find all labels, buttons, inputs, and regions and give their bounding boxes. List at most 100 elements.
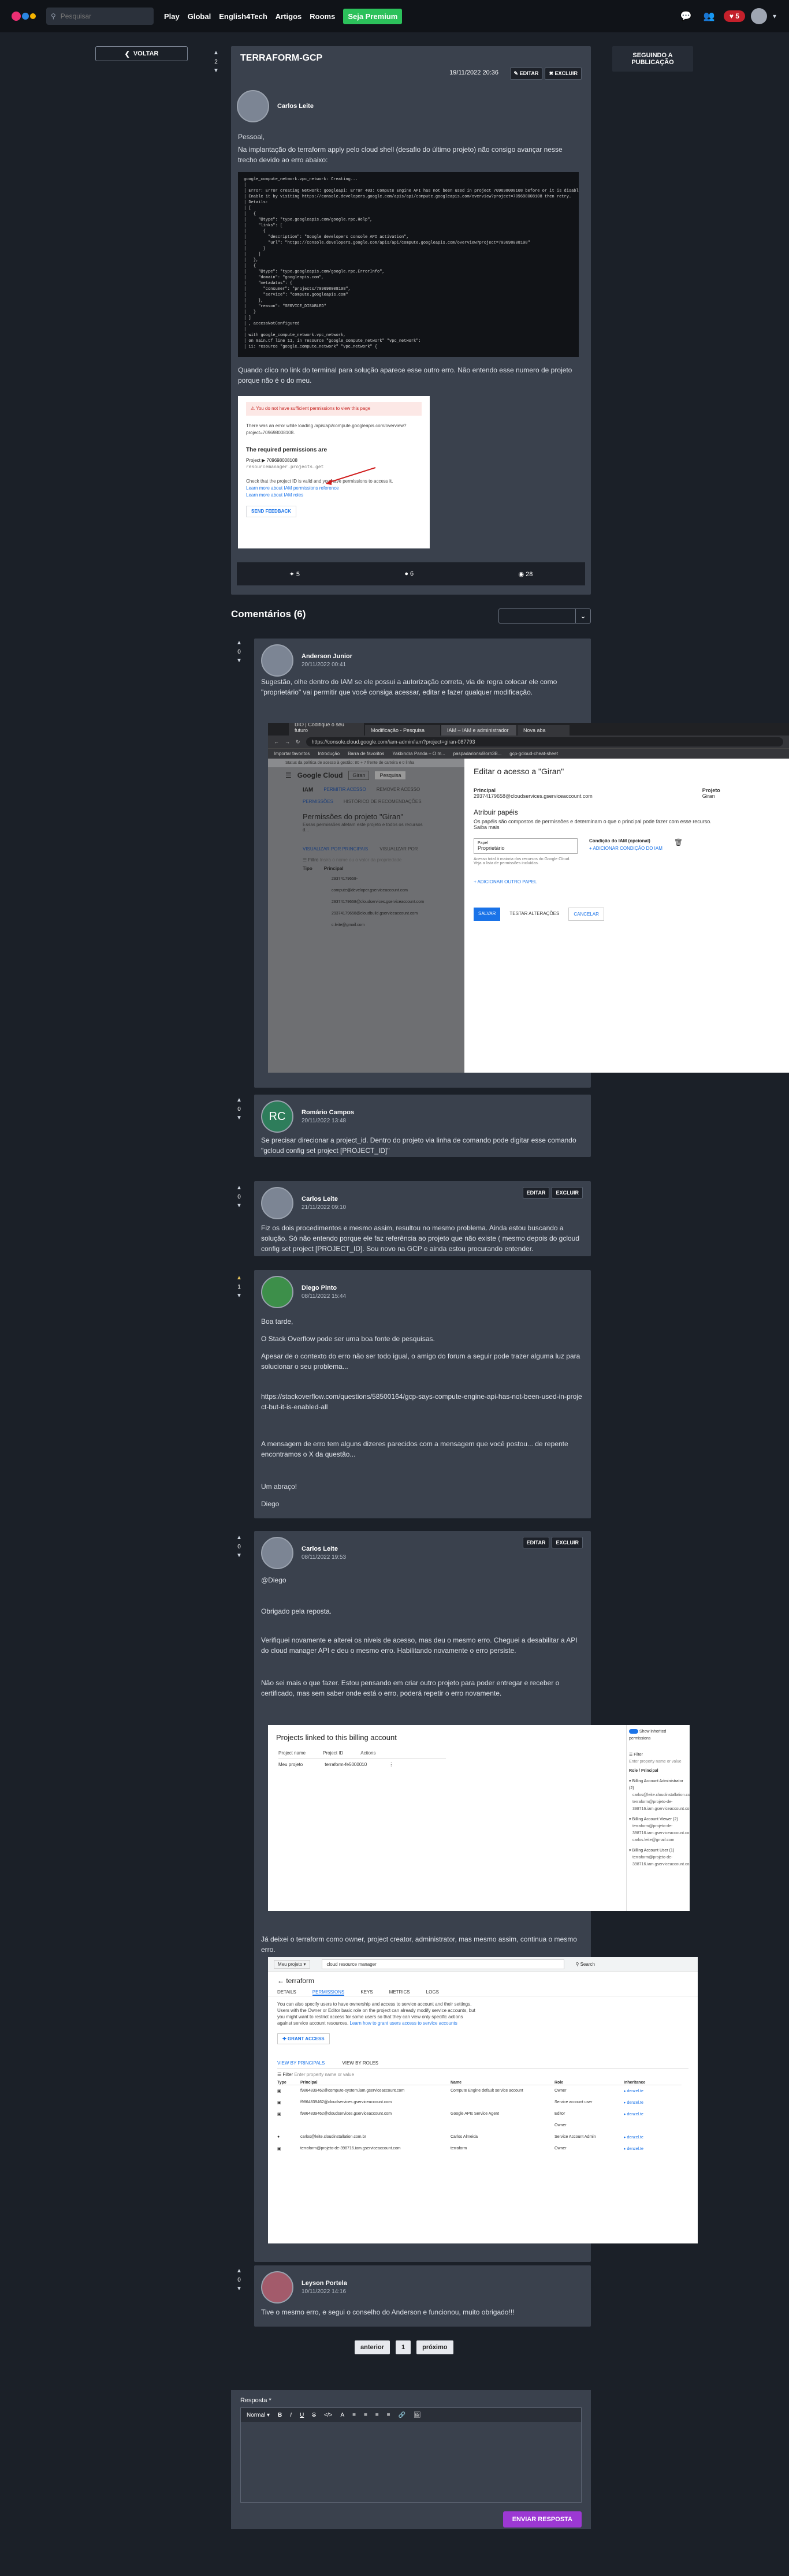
next-page-button[interactable]: próximo [416,2340,453,2354]
browser-tab[interactable]: Nova aba [518,725,570,736]
align-icon[interactable]: ≡ [352,2412,356,2418]
delete-button[interactable]: ✖ EXCLUIR [545,68,582,80]
role-group[interactable]: ▾ Billing Account Viewer (2) [629,1816,687,1823]
delete-button[interactable]: EXCLUIR [552,1537,583,1548]
author-name[interactable]: Diego Pinto [302,1285,346,1291]
iam-row[interactable]: 29374179658@cloudbuild.gserviceaccount.c… [332,908,430,920]
add-role-button[interactable]: + ADICIONAR OUTRO PAPEL [474,879,780,884]
back-arrow-icon[interactable]: ← [274,739,279,745]
learn-link-2[interactable]: Learn more about IAM roles [246,492,422,499]
ordered-list-icon[interactable]: ≡ [364,2412,367,2418]
more-icon[interactable]: ⋮ [389,1762,393,1767]
author-name[interactable]: Carlos Leite [277,103,314,110]
indent-icon[interactable]: ≡ [387,2412,390,2418]
downvote-icon[interactable]: ▼ [213,68,219,74]
remove-access-button[interactable]: REMOVER ACESSO [377,787,420,793]
upvote-icon[interactable]: ▲ [213,50,219,56]
nav-global[interactable]: Global [188,12,211,21]
downvote-icon[interactable]: ▼ [236,1553,243,1559]
chat-icon[interactable]: 💬 [678,8,695,25]
iam-row[interactable]: c.leite@gmail.com [332,920,430,931]
author-name[interactable]: Anderson Junior [302,653,352,660]
downvote-icon[interactable]: ▼ [236,1203,243,1209]
author-name[interactable]: Leyson Portela [302,2280,347,2287]
downvote-icon[interactable]: ▼ [236,1115,243,1121]
downvote-icon[interactable]: ▼ [236,2286,243,2292]
rich-text-editor[interactable]: Normal ▾ B I U S </> A ≡ ≡ ≡ ≡ 🔗 🖼 [240,2407,582,2503]
google-cloud-brand[interactable]: Google Cloud [297,771,343,779]
view-by-roles[interactable]: VISUALIZAR POR [379,846,418,852]
author-avatar[interactable] [261,1187,293,1219]
back-arrow-icon[interactable]: ← [277,1977,286,1985]
nav-artigos[interactable]: Artigos [276,12,302,21]
add-condition-button[interactable]: + ADICIONAR CONDIÇÃO DO IAM [589,846,663,851]
send-feedback-button[interactable]: SEND FEEDBACK [246,506,296,517]
filter-input[interactable]: Enter property name or value [294,2072,354,2077]
inheritance-cell[interactable]: ▸ denzel.te [624,2085,682,2097]
browser-tab[interactable]: Modificação - Pesquisa [365,725,440,736]
table-row[interactable]: Owner [277,2120,682,2131]
bookmark[interactable]: Introdução [318,751,340,756]
downvote-icon[interactable]: ▼ [236,1293,243,1299]
forward-arrow-icon[interactable]: → [285,739,290,745]
bullet-list-icon[interactable]: ≡ [375,2412,379,2418]
tab-metrics[interactable]: METRICS [389,1989,410,1996]
bookmark[interactable]: gcp-gcloud-cheat-sheet [509,751,558,756]
project-selector[interactable]: Meu projeto ▾ [274,1960,310,1969]
bookmark[interactable]: paspadarions/Born3B... [453,751,502,756]
save-button[interactable]: SALVAR [474,908,501,921]
downvote-icon[interactable]: ▼ [236,658,243,664]
send-answer-button[interactable]: ENVIAR RESPOSTA [503,2511,582,2528]
edit-button[interactable]: EDITAR [522,1187,550,1199]
search-button[interactable]: ⚲ Search [576,1962,595,1967]
console-search[interactable]: Pesquisa [375,771,406,779]
text-color-icon[interactable]: A [340,2412,344,2418]
notification-badge[interactable]: ♥ 5 [723,10,745,22]
comments-stat[interactable]: ● 6 [404,570,414,577]
author-name[interactable]: Carlos Leite [302,1545,346,1552]
author-avatar[interactable] [237,90,269,122]
strike-icon[interactable]: S [312,2412,316,2418]
table-row[interactable]: ▣ f9864839462@cloudservices.gserviceaccou… [277,2108,682,2120]
upvote-icon[interactable]: ▲ [236,1535,243,1541]
views-stat[interactable]: ◉ 28 [518,570,533,578]
edit-button[interactable]: ✎ EDITAR [509,68,543,80]
current-page[interactable]: 1 [395,2340,411,2354]
hamburger-icon[interactable]: ☰ [285,771,292,779]
search-box[interactable]: ⚲ [46,8,154,25]
inherited-toggle[interactable]: Show inherited permissions [629,1728,687,1742]
table-row[interactable]: ● carlos@leite.cloudinstallation.com.br Ca… [277,2131,682,2143]
filter-input[interactable]: Enter property name or value [629,1759,687,1765]
format-select[interactable]: Normal ▾ [247,2412,270,2418]
inheritance-cell[interactable]: ▸ denzel.te [624,2143,682,2155]
iam-row[interactable]: 29374179658@cloudservices.gserviceaccoun… [332,897,430,908]
bookmark[interactable]: Barra de favoritos [348,751,384,756]
edit-button[interactable]: EDITAR [522,1537,550,1548]
inheritance-cell[interactable]: ▸ denzel.te [624,2108,682,2120]
view-by-roles[interactable]: VIEW BY ROLES [342,2060,378,2066]
tab-details[interactable]: DETAILS [277,1989,296,1996]
reload-icon[interactable]: ↻ [296,739,300,745]
upvote-icon[interactable]: ▲ [236,640,243,646]
author-avatar[interactable] [261,1276,293,1308]
link-icon[interactable]: 🔗 [398,2412,405,2418]
tab-keys[interactable]: KEYS [360,1989,373,1996]
follow-post-button[interactable]: SEGUINDO A PUBLICAÇÃO [612,46,693,72]
trash-icon[interactable]: 🗑 [674,838,683,846]
bookmark[interactable]: Importar favoritos [274,751,310,756]
chevron-down-icon[interactable]: ▾ [773,12,776,20]
search-input[interactable] [60,12,142,20]
table-row[interactable]: ▣ f9864839462@compute-system.iam.gservice… [277,2085,682,2097]
underline-icon[interactable]: U [300,2412,304,2418]
author-name[interactable]: Romário Campos [302,1109,354,1116]
dio-logo[interactable] [12,12,36,21]
author-avatar[interactable] [261,644,293,677]
table-row[interactable]: ▣ terraform@projeto-de-398716.iam.gservic… [277,2143,682,2155]
upvote-icon[interactable]: ▲ [236,1185,243,1191]
console-search-input[interactable]: cloud resource manager [321,1959,564,1969]
sort-select[interactable]: ⌄ [498,608,591,624]
premium-button[interactable]: Seja Premium [343,8,403,24]
filter-input[interactable]: Insira o nome ou o valor da propriedade [319,857,401,863]
image-icon[interactable]: 🖼 [414,2412,421,2418]
tab-recommendations[interactable]: HISTÓRICO DE RECOMENDAÇÕES [344,799,422,804]
